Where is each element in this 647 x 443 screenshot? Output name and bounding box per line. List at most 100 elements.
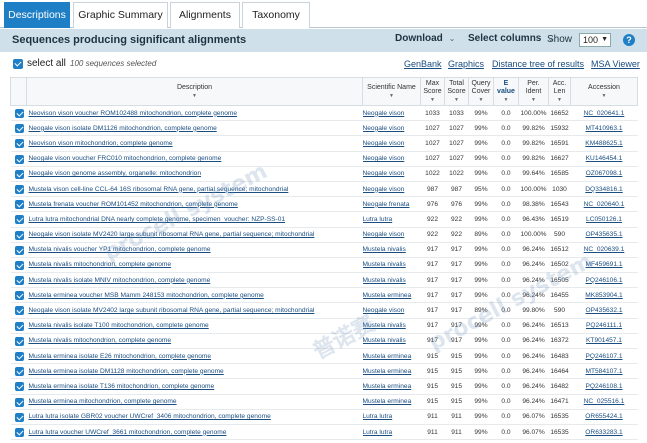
col-per-ident[interactable]: Per. Ident ▼ xyxy=(518,77,549,106)
col-e-value[interactable]: E value ▼ xyxy=(493,77,519,106)
tab-graphic-summary[interactable]: Graphic Summary xyxy=(73,2,168,28)
scientific-name-link[interactable]: Neogale vison xyxy=(363,170,405,177)
row-checkbox[interactable] xyxy=(14,412,24,422)
accession-link[interactable]: PQ246106.1 xyxy=(585,277,622,284)
col-max-score[interactable]: Max Score ▼ xyxy=(420,77,445,106)
row-checkbox[interactable] xyxy=(14,336,24,346)
row-checkbox[interactable] xyxy=(14,321,24,331)
col-acc-len[interactable]: Acc. Len ▼ xyxy=(548,77,571,106)
row-checkbox[interactable] xyxy=(14,109,24,118)
row-checkbox[interactable] xyxy=(14,352,24,361)
scientific-name-link[interactable]: Mustela nivalis xyxy=(363,337,406,344)
row-checkbox[interactable] xyxy=(14,215,24,225)
msa-viewer-link[interactable]: MSA Viewer xyxy=(591,59,640,69)
scientific-name-link[interactable]: Mustela erminea xyxy=(363,383,412,390)
scientific-name-link[interactable]: Neogale vison xyxy=(363,186,405,193)
scientific-name-link[interactable]: Mustela erminea xyxy=(363,368,412,375)
row-checkbox[interactable] xyxy=(14,124,24,134)
accession-link[interactable]: LC050126.1 xyxy=(586,216,622,223)
description-link[interactable]: Mustela erminea mitochondrion, complete … xyxy=(29,398,177,405)
accession-link[interactable]: MF459691.1 xyxy=(585,261,622,268)
scientific-name-link[interactable]: Mustela nivalis xyxy=(363,261,406,268)
accession-link[interactable]: MT584107.1 xyxy=(585,368,622,375)
row-checkbox[interactable] xyxy=(14,184,24,194)
scientific-name-link[interactable]: Neogale vison xyxy=(363,231,405,238)
accession-link[interactable]: NC_020639.1 xyxy=(584,246,625,253)
accession-link[interactable]: PQ246108.1 xyxy=(585,383,622,390)
description-link[interactable]: Neovison vison voucher ROM102488 mitocho… xyxy=(29,110,238,117)
description-link[interactable]: Mustela nivalis mitochondrion, complete … xyxy=(29,337,172,344)
description-link[interactable]: Lutra lutra voucher UWCref_3661 mitochon… xyxy=(29,429,227,436)
select-all-label[interactable]: select all xyxy=(27,58,66,69)
accession-link[interactable]: NC_025516.1 xyxy=(584,398,625,405)
description-link[interactable]: Neogale vison isolate MV2402 large subun… xyxy=(29,307,315,314)
description-link[interactable]: Neogale vison isolate DM1126 mitochondri… xyxy=(29,125,217,132)
description-link[interactable]: Mustela erminea isolate DM1128 mitochond… xyxy=(29,368,224,375)
accession-link[interactable]: OZ067098.1 xyxy=(586,170,623,177)
scientific-name-link[interactable]: Lutra lutra xyxy=(363,413,393,420)
description-link[interactable]: Mustela nivalis isolate T100 mitochondri… xyxy=(29,322,209,329)
accession-link[interactable]: NC_020641.1 xyxy=(584,110,625,117)
description-link[interactable]: Mustela erminea voucher MSB Mamm 248153 … xyxy=(29,292,264,299)
description-link[interactable]: Mustela nivalis voucher YP1 mitochondrio… xyxy=(29,246,211,253)
row-checkbox[interactable] xyxy=(14,169,24,179)
help-icon[interactable]: ? xyxy=(623,34,635,46)
col-description[interactable]: Description ▼ xyxy=(26,77,363,106)
description-link[interactable]: Mustela nivalis mitochondrion, complete … xyxy=(29,261,172,268)
row-checkbox[interactable] xyxy=(14,397,24,407)
scientific-name-link[interactable]: Lutra lutra xyxy=(363,429,393,436)
scientific-name-link[interactable]: Mustela erminea xyxy=(363,398,412,405)
scientific-name-link[interactable]: Mustela erminea xyxy=(363,353,412,360)
description-link[interactable]: Mustela vison cell-line CCL-64 16S ribos… xyxy=(29,186,289,193)
col-accession[interactable]: Accession ▼ xyxy=(570,77,638,106)
accession-link[interactable]: KU146454.1 xyxy=(586,155,623,162)
description-link[interactable]: Mustela erminea isolate T136 mitochondri… xyxy=(29,383,215,390)
accession-link[interactable]: PQ246107.1 xyxy=(585,353,622,360)
description-link[interactable]: Neogale vison voucher FRC010 mitochondri… xyxy=(29,155,222,162)
row-checkbox[interactable] xyxy=(14,306,24,316)
description-link[interactable]: Neogale vison genome assembly, organelle… xyxy=(29,170,202,177)
col-total-score[interactable]: Total Score ▼ xyxy=(444,77,469,106)
accession-link[interactable]: MK853904.1 xyxy=(585,292,622,299)
genbank-link[interactable]: GenBank xyxy=(404,59,442,69)
download-menu[interactable]: Download ⌄ xyxy=(395,33,455,44)
scientific-name-link[interactable]: Neogale vison xyxy=(363,140,405,147)
row-checkbox[interactable] xyxy=(14,200,24,210)
row-checkbox[interactable] xyxy=(14,154,24,164)
row-checkbox[interactable] xyxy=(14,427,24,437)
tab-descriptions[interactable]: Descriptions xyxy=(4,2,70,28)
tab-alignments[interactable]: Alignments xyxy=(170,2,240,28)
row-checkbox[interactable] xyxy=(14,230,24,240)
accession-link[interactable]: KT901457.1 xyxy=(586,337,622,344)
row-checkbox[interactable] xyxy=(14,245,24,255)
description-link[interactable]: Neovison vison mitochondrion, complete g… xyxy=(29,140,173,147)
scientific-name-link[interactable]: Mustela nivalis xyxy=(363,322,406,329)
distance-tree-link[interactable]: Distance tree of results xyxy=(492,59,584,69)
graphics-link[interactable]: Graphics xyxy=(448,59,484,69)
row-checkbox[interactable] xyxy=(14,367,24,377)
col-query-cover[interactable]: Query Cover ▼ xyxy=(468,77,494,106)
scientific-name-link[interactable]: Mustela erminea xyxy=(363,292,412,299)
row-checkbox[interactable] xyxy=(14,291,24,301)
description-link[interactable]: Mustela frenata voucher ROM101452 mitoch… xyxy=(29,201,238,208)
accession-link[interactable]: MT410963.1 xyxy=(585,125,622,132)
description-link[interactable]: Neogale vison isolate MV2420 large subun… xyxy=(29,231,315,238)
description-link[interactable]: Mustela erminea isolate E26 mitochondrio… xyxy=(29,353,212,360)
accession-link[interactable]: OP435635.1 xyxy=(585,231,622,238)
accession-link[interactable]: KM488625.1 xyxy=(585,140,622,147)
row-checkbox[interactable] xyxy=(14,276,24,286)
scientific-name-link[interactable]: Neogale vison xyxy=(363,125,405,132)
scientific-name-link[interactable]: Neogale vison xyxy=(363,307,405,314)
scientific-name-link[interactable]: Neogale vison xyxy=(363,155,405,162)
scientific-name-link[interactable]: Mustela nivalis xyxy=(363,246,406,253)
accession-link[interactable]: PQ246111.1 xyxy=(586,322,622,329)
scientific-name-link[interactable]: Mustela nivalis xyxy=(363,277,406,284)
accession-link[interactable]: DQ334816.1 xyxy=(585,186,622,193)
accession-link[interactable]: OR655424.1 xyxy=(585,413,622,420)
scientific-name-link[interactable]: Lutra lutra xyxy=(363,216,393,223)
select-all-checkbox[interactable] xyxy=(13,59,23,69)
description-link[interactable]: Lutra lutra isolate GBR02 voucher UWCref… xyxy=(29,413,271,420)
accession-link[interactable]: NC_020640.1 xyxy=(584,201,625,208)
tab-taxonomy[interactable]: Taxonomy xyxy=(242,2,310,28)
accession-link[interactable]: OP435632.1 xyxy=(585,307,622,314)
